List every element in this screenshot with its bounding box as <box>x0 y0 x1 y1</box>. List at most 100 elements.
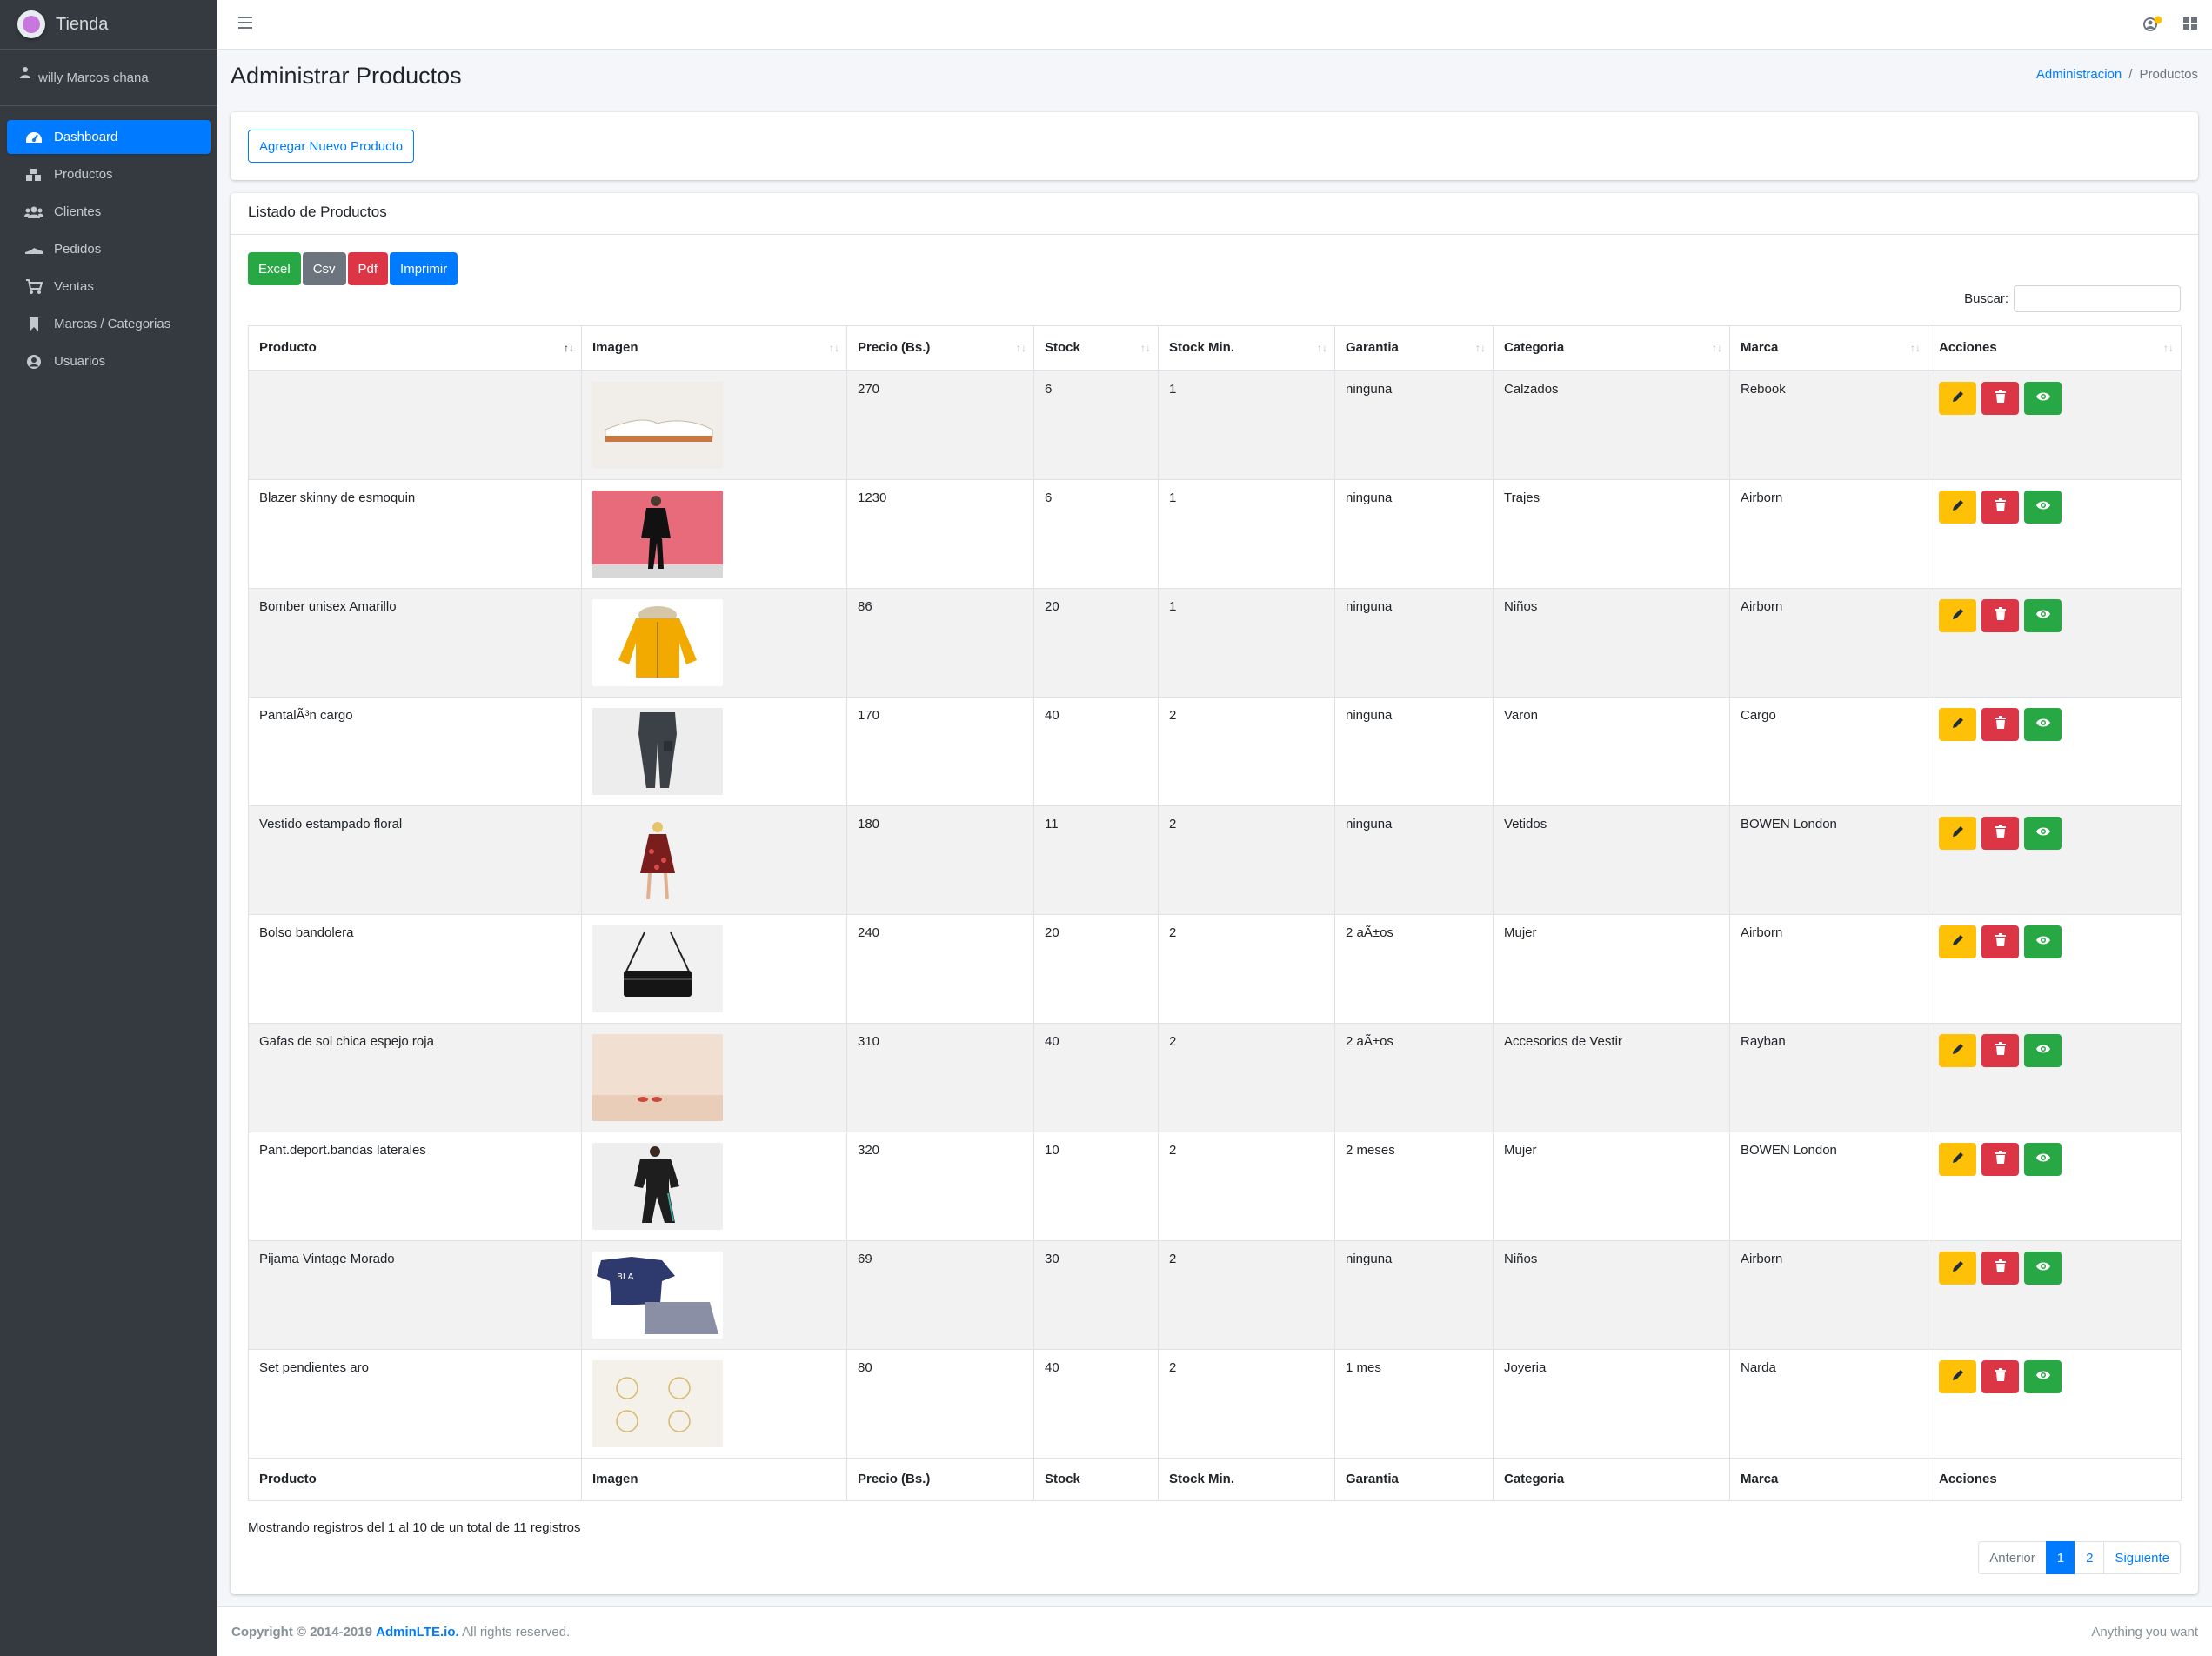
cell-categoria: Mujer <box>1493 913 1730 1024</box>
cell-stock-min: 2 <box>1158 1239 1335 1350</box>
column-header-producto[interactable]: Producto ↑↓ <box>248 325 582 371</box>
sort-icon: ↑↓ <box>1712 342 1722 354</box>
sidebar-item-pedidos[interactable]: Pedidos <box>7 232 211 266</box>
search-input[interactable] <box>2014 285 2181 312</box>
delete-button[interactable] <box>1981 1142 2019 1176</box>
eye-icon <box>2035 499 2051 514</box>
pencil-icon <box>1951 1042 1965 1059</box>
edit-button[interactable] <box>1939 1142 1976 1176</box>
column-header-precio[interactable]: Precio (Bs.) ↑↓ <box>846 325 1034 371</box>
edit-button[interactable] <box>1939 1251 1976 1285</box>
trash-icon <box>1995 1259 2007 1277</box>
view-button[interactable] <box>2024 1033 2062 1067</box>
delete-button[interactable] <box>1981 816 2019 850</box>
cell-marca: BOWEN London <box>1729 1131 1928 1241</box>
cell-stock-min: 2 <box>1158 913 1335 1024</box>
user-panel[interactable]: willy Marcos chana <box>0 50 217 106</box>
view-button[interactable] <box>2024 490 2062 524</box>
cell-stock-min: 1 <box>1158 370 1335 480</box>
cell-precio: 240 <box>846 913 1034 1024</box>
add-product-button[interactable]: Agregar Nuevo Producto <box>248 130 415 163</box>
sidebar-item-productos[interactable]: Productos <box>7 157 211 191</box>
table-row: 270 6 1 ninguna Calzados Rebook <box>248 370 2182 480</box>
footer-categoria: Categoria <box>1493 1457 1730 1501</box>
cell-marca: Airborn <box>1729 478 1928 589</box>
view-button[interactable] <box>2024 925 2062 958</box>
view-button[interactable] <box>2024 1359 2062 1393</box>
table-row: Gafas de sol chica espejo roja 310 40 2 2 aÃ… <box>248 1022 2182 1132</box>
delete-button[interactable] <box>1981 1251 2019 1285</box>
footer-garantia: Garantia <box>1334 1457 1494 1501</box>
sidebar-item-marcas-categorias[interactable]: Marcas / Categorias <box>7 307 211 341</box>
edit-button[interactable] <box>1939 925 1976 958</box>
view-button[interactable] <box>2024 1142 2062 1176</box>
sidebar-item-usuarios[interactable]: Usuarios <box>7 344 211 378</box>
table-row: Blazer skinny de esmoquin 1230 6 1 ninguna Tr… <box>248 478 2182 589</box>
cell-categoria: Niños <box>1493 1239 1730 1350</box>
view-button[interactable] <box>2024 707 2062 741</box>
cell-marca: Rayban <box>1729 1022 1928 1132</box>
grid-icon[interactable] <box>2182 16 2198 31</box>
cell-precio: 320 <box>846 1131 1034 1241</box>
pagination-page-1[interactable]: 1 <box>2045 1541 2076 1574</box>
delete-button[interactable] <box>1981 490 2019 524</box>
view-button[interactable] <box>2024 381 2062 415</box>
pdf-button[interactable]: Pdf <box>347 252 389 285</box>
eye-icon <box>2035 1260 2051 1275</box>
edit-button[interactable] <box>1939 707 1976 741</box>
column-header-stock[interactable]: Stock ↑↓ <box>1033 325 1159 371</box>
column-header-garantia[interactable]: Garantia ↑↓ <box>1334 325 1494 371</box>
edit-button[interactable] <box>1939 490 1976 524</box>
delete-button[interactable] <box>1981 707 2019 741</box>
print-button[interactable]: Imprimir <box>390 252 458 285</box>
pagination-previous[interactable]: Anterior <box>1978 1541 2047 1574</box>
edit-button[interactable] <box>1939 1033 1976 1067</box>
edit-button[interactable] <box>1939 816 1976 850</box>
view-button[interactable] <box>2024 598 2062 632</box>
edit-button[interactable] <box>1939 598 1976 632</box>
delete-button[interactable] <box>1981 1033 2019 1067</box>
cell-acciones <box>1928 1022 2182 1132</box>
cell-stock: 20 <box>1033 913 1159 1024</box>
sidebar-item-ventas[interactable]: Ventas <box>7 270 211 304</box>
cell-garantia: 2 aÃ±os <box>1334 913 1494 1024</box>
breadcrumb-home[interactable]: Administracion <box>2036 67 2122 82</box>
cell-marca: Narda <box>1729 1348 1928 1459</box>
cell-imagen <box>581 913 847 1024</box>
sidebar-item-label: Clientes <box>54 204 102 219</box>
column-header-categoria[interactable]: Categoria ↑↓ <box>1493 325 1730 371</box>
trash-icon <box>1995 1367 2007 1386</box>
delete-button[interactable] <box>1981 598 2019 632</box>
sort-icon: ↑↓ <box>1910 342 1921 354</box>
column-header-stock-min[interactable]: Stock Min. ↑↓ <box>1158 325 1335 371</box>
pagination-next[interactable]: Siguiente <box>2103 1541 2181 1574</box>
view-button[interactable] <box>2024 816 2062 850</box>
cell-categoria: Calzados <box>1493 370 1730 480</box>
cell-producto: Bolso bandolera <box>248 913 582 1024</box>
sidebar-item-dashboard[interactable]: Dashboard <box>7 120 211 154</box>
column-header-imagen[interactable]: Imagen ↑↓ <box>581 325 847 371</box>
users-icon <box>24 204 43 220</box>
copyright-brand-link[interactable]: AdminLTE.io. <box>376 1625 459 1639</box>
cell-garantia: 2 aÃ±os <box>1334 1022 1494 1132</box>
edit-button[interactable] <box>1939 1359 1976 1393</box>
sidebar-item-label: Usuarios <box>54 354 106 369</box>
page-title: Administrar Productos <box>231 63 462 89</box>
sort-icon: ↑↓ <box>829 342 839 354</box>
edit-button[interactable] <box>1939 381 1976 415</box>
pagination-page-2[interactable]: 2 <box>2075 1541 2105 1574</box>
delete-button[interactable] <box>1981 381 2019 415</box>
column-header-acciones[interactable]: Acciones ↑↓ <box>1928 325 2182 371</box>
csv-button[interactable]: Csv <box>302 252 346 285</box>
view-button[interactable] <box>2024 1251 2062 1285</box>
excel-button[interactable]: Excel <box>248 252 301 285</box>
brand-link[interactable]: Tienda <box>0 0 217 50</box>
user-notification-icon[interactable] <box>2142 16 2163 33</box>
menu-toggle-icon[interactable] <box>238 17 252 29</box>
column-header-marca[interactable]: Marca ↑↓ <box>1729 325 1928 371</box>
table-row: Pant.deport.bandas laterales 320 10 2 2 mese… <box>248 1131 2182 1241</box>
bookmark-icon <box>24 317 43 332</box>
sidebar-item-clientes[interactable]: Clientes <box>7 195 211 229</box>
delete-button[interactable] <box>1981 925 2019 958</box>
delete-button[interactable] <box>1981 1359 2019 1393</box>
